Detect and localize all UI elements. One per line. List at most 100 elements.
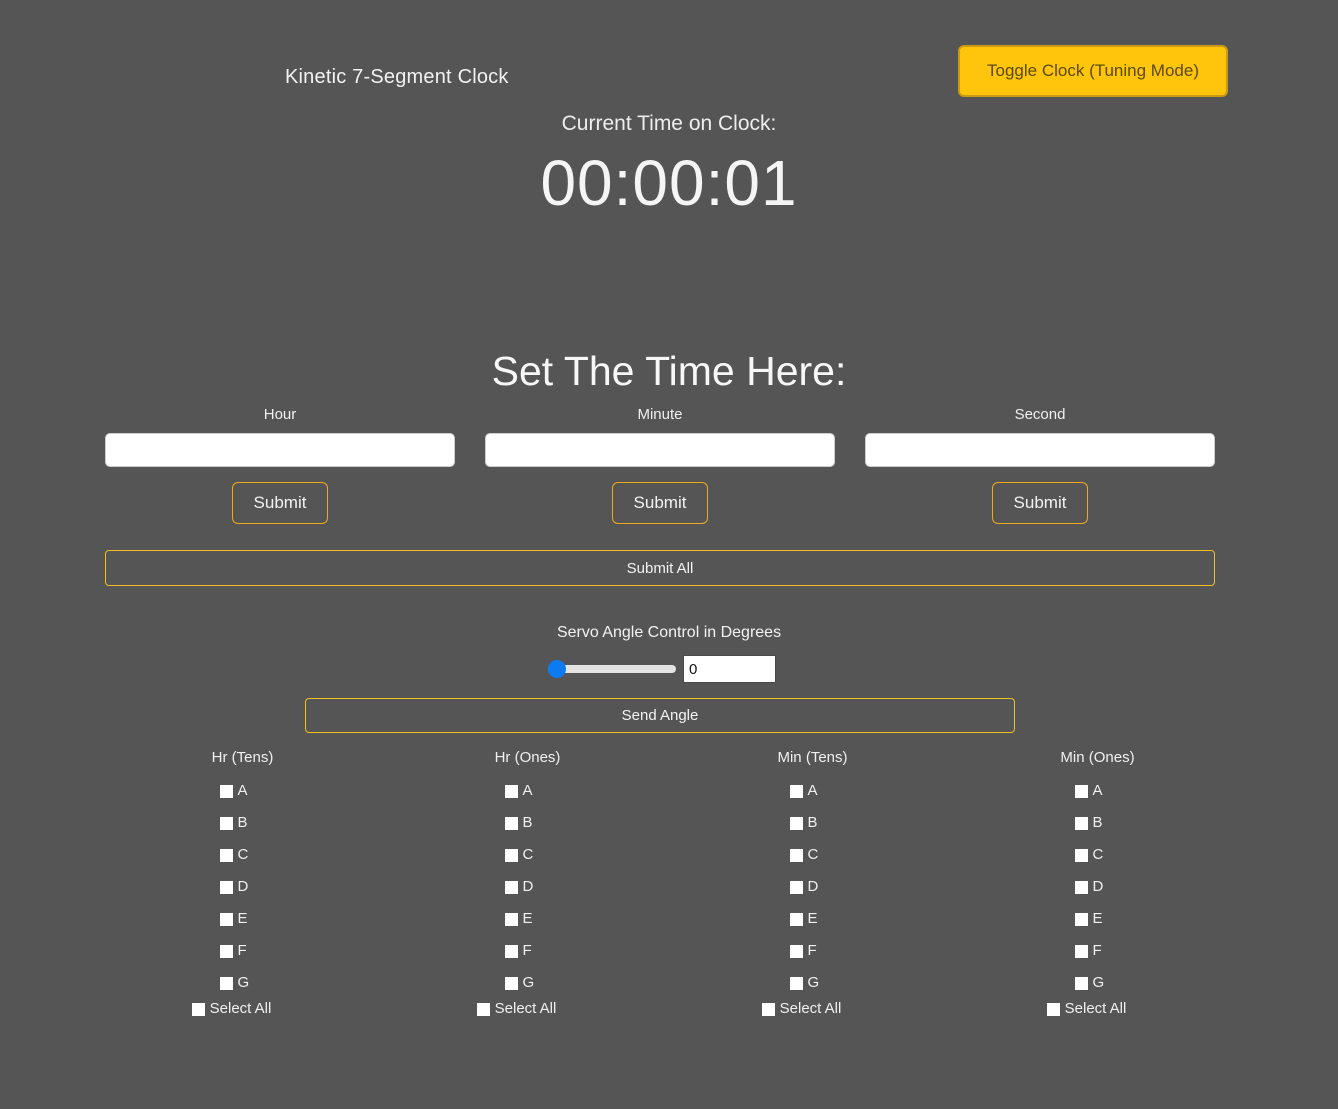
segment-row-e: E <box>504 903 551 935</box>
second-input[interactable] <box>865 433 1215 467</box>
hour-field-group: Hour Submit <box>105 406 455 524</box>
segment-label: F <box>522 942 532 959</box>
segment-checkbox-a[interactable] <box>504 784 518 798</box>
segment-label: F <box>1092 942 1102 959</box>
segment-checkbox-d[interactable] <box>219 880 233 894</box>
segment-checkbox-a[interactable] <box>1074 784 1088 798</box>
second-label: Second <box>1014 406 1066 423</box>
segment-label: E <box>237 910 248 927</box>
select-all-label: Select All <box>779 1000 842 1017</box>
segment-label: E <box>522 910 533 927</box>
segment-column-title: Hr (Tens) <box>211 749 274 766</box>
segment-checkbox-e[interactable] <box>219 912 233 926</box>
segment-checkbox-g[interactable] <box>789 976 803 990</box>
segment-label: C <box>1092 846 1104 863</box>
select-all-checkbox[interactable] <box>191 1002 205 1016</box>
segment-checkbox-g[interactable] <box>1074 976 1088 990</box>
segment-row-f: F <box>1074 935 1121 967</box>
send-angle-button[interactable]: Send Angle <box>305 698 1015 733</box>
segment-checkbox-f[interactable] <box>1074 944 1088 958</box>
segment-checkbox-b[interactable] <box>1074 816 1088 830</box>
segment-label: D <box>807 878 819 895</box>
minute-field-group: Minute Submit <box>485 406 835 524</box>
segment-row-g: G <box>219 967 266 999</box>
segment-row-d: D <box>789 871 836 903</box>
segment-checkbox-g[interactable] <box>219 976 233 990</box>
segment-label: E <box>807 910 818 927</box>
segment-checkbox-c[interactable] <box>219 848 233 862</box>
segment-column-2: Min (Tens) A B C D E F G Select All <box>670 748 955 1018</box>
segment-checkbox-f[interactable] <box>219 944 233 958</box>
segment-row-b: B <box>504 807 551 839</box>
segment-label: D <box>522 878 534 895</box>
servo-angle-input[interactable] <box>683 655 776 683</box>
select-all-checkbox[interactable] <box>476 1002 490 1016</box>
segment-column-1: Hr (Ones) A B C D E F G Select All <box>385 748 670 1018</box>
segment-label: G <box>1092 974 1105 991</box>
segment-checkbox-c[interactable] <box>789 848 803 862</box>
app-root: Kinetic 7-Segment Clock Toggle Clock (Tu… <box>0 0 1338 1109</box>
submit-all-button[interactable]: Submit All <box>105 550 1215 586</box>
segment-checkbox-a[interactable] <box>219 784 233 798</box>
segment-checkbox-g[interactable] <box>504 976 518 990</box>
segment-label: D <box>1092 878 1104 895</box>
segment-label: G <box>237 974 250 991</box>
toggle-clock-button[interactable]: Toggle Clock (Tuning Mode) <box>958 45 1228 97</box>
segment-label: B <box>237 814 248 831</box>
second-submit-button[interactable]: Submit <box>992 482 1088 524</box>
segment-label: A <box>237 782 248 799</box>
select-all-row: Select All <box>191 1000 272 1018</box>
segment-checkbox-e[interactable] <box>1074 912 1088 926</box>
segment-checkbox-c[interactable] <box>1074 848 1088 862</box>
select-all-label: Select All <box>1064 1000 1127 1017</box>
servo-controls-row <box>548 655 776 683</box>
segment-label: C <box>237 846 249 863</box>
segment-row-d: D <box>1074 871 1121 903</box>
segment-checkbox-b[interactable] <box>219 816 233 830</box>
segment-checkbox-f[interactable] <box>504 944 518 958</box>
segment-label: A <box>1092 782 1103 799</box>
segment-label: C <box>807 846 819 863</box>
segment-label: B <box>1092 814 1103 831</box>
segment-label: D <box>237 878 249 895</box>
minute-submit-button[interactable]: Submit <box>612 482 708 524</box>
segment-checkbox-f[interactable] <box>789 944 803 958</box>
segment-column-title: Hr (Ones) <box>494 749 561 766</box>
segment-checkbox-e[interactable] <box>504 912 518 926</box>
segment-row-d: D <box>504 871 551 903</box>
segment-label: A <box>807 782 818 799</box>
current-time-label: Current Time on Clock: <box>561 112 777 135</box>
segment-label: F <box>807 942 817 959</box>
minute-input[interactable] <box>485 433 835 467</box>
segment-row-c: C <box>1074 839 1121 871</box>
segment-row-f: F <box>504 935 551 967</box>
segment-row-a: A <box>504 775 551 807</box>
segment-row-d: D <box>219 871 266 903</box>
segment-checkbox-d[interactable] <box>1074 880 1088 894</box>
servo-angle-slider[interactable] <box>548 665 676 673</box>
hour-input[interactable] <box>105 433 455 467</box>
segment-row-a: A <box>1074 775 1121 807</box>
select-all-label: Select All <box>209 1000 272 1017</box>
select-all-row: Select All <box>476 1000 556 1018</box>
select-all-checkbox[interactable] <box>761 1002 775 1016</box>
segment-column-3: Min (Ones) A B C D E F G Select All <box>955 748 1240 1018</box>
select-all-row: Select All <box>761 1000 842 1018</box>
segment-row-g: G <box>504 967 551 999</box>
minute-label: Minute <box>637 406 683 423</box>
select-all-checkbox[interactable] <box>1046 1002 1060 1016</box>
segment-label: C <box>522 846 534 863</box>
segment-checkbox-d[interactable] <box>504 880 518 894</box>
segment-checkbox-b[interactable] <box>504 816 518 830</box>
segment-row-c: C <box>504 839 551 871</box>
hour-submit-button[interactable]: Submit <box>232 482 328 524</box>
segment-checkbox-d[interactable] <box>789 880 803 894</box>
segment-checkbox-a[interactable] <box>789 784 803 798</box>
segment-row-g: G <box>1074 967 1121 999</box>
segment-row-e: E <box>219 903 266 935</box>
segment-checkbox-b[interactable] <box>789 816 803 830</box>
select-all-row: Select All <box>1046 1000 1127 1018</box>
servo-angle-label: Servo Angle Control in Degrees <box>556 624 782 641</box>
segment-checkbox-e[interactable] <box>789 912 803 926</box>
segment-checkbox-c[interactable] <box>504 848 518 862</box>
